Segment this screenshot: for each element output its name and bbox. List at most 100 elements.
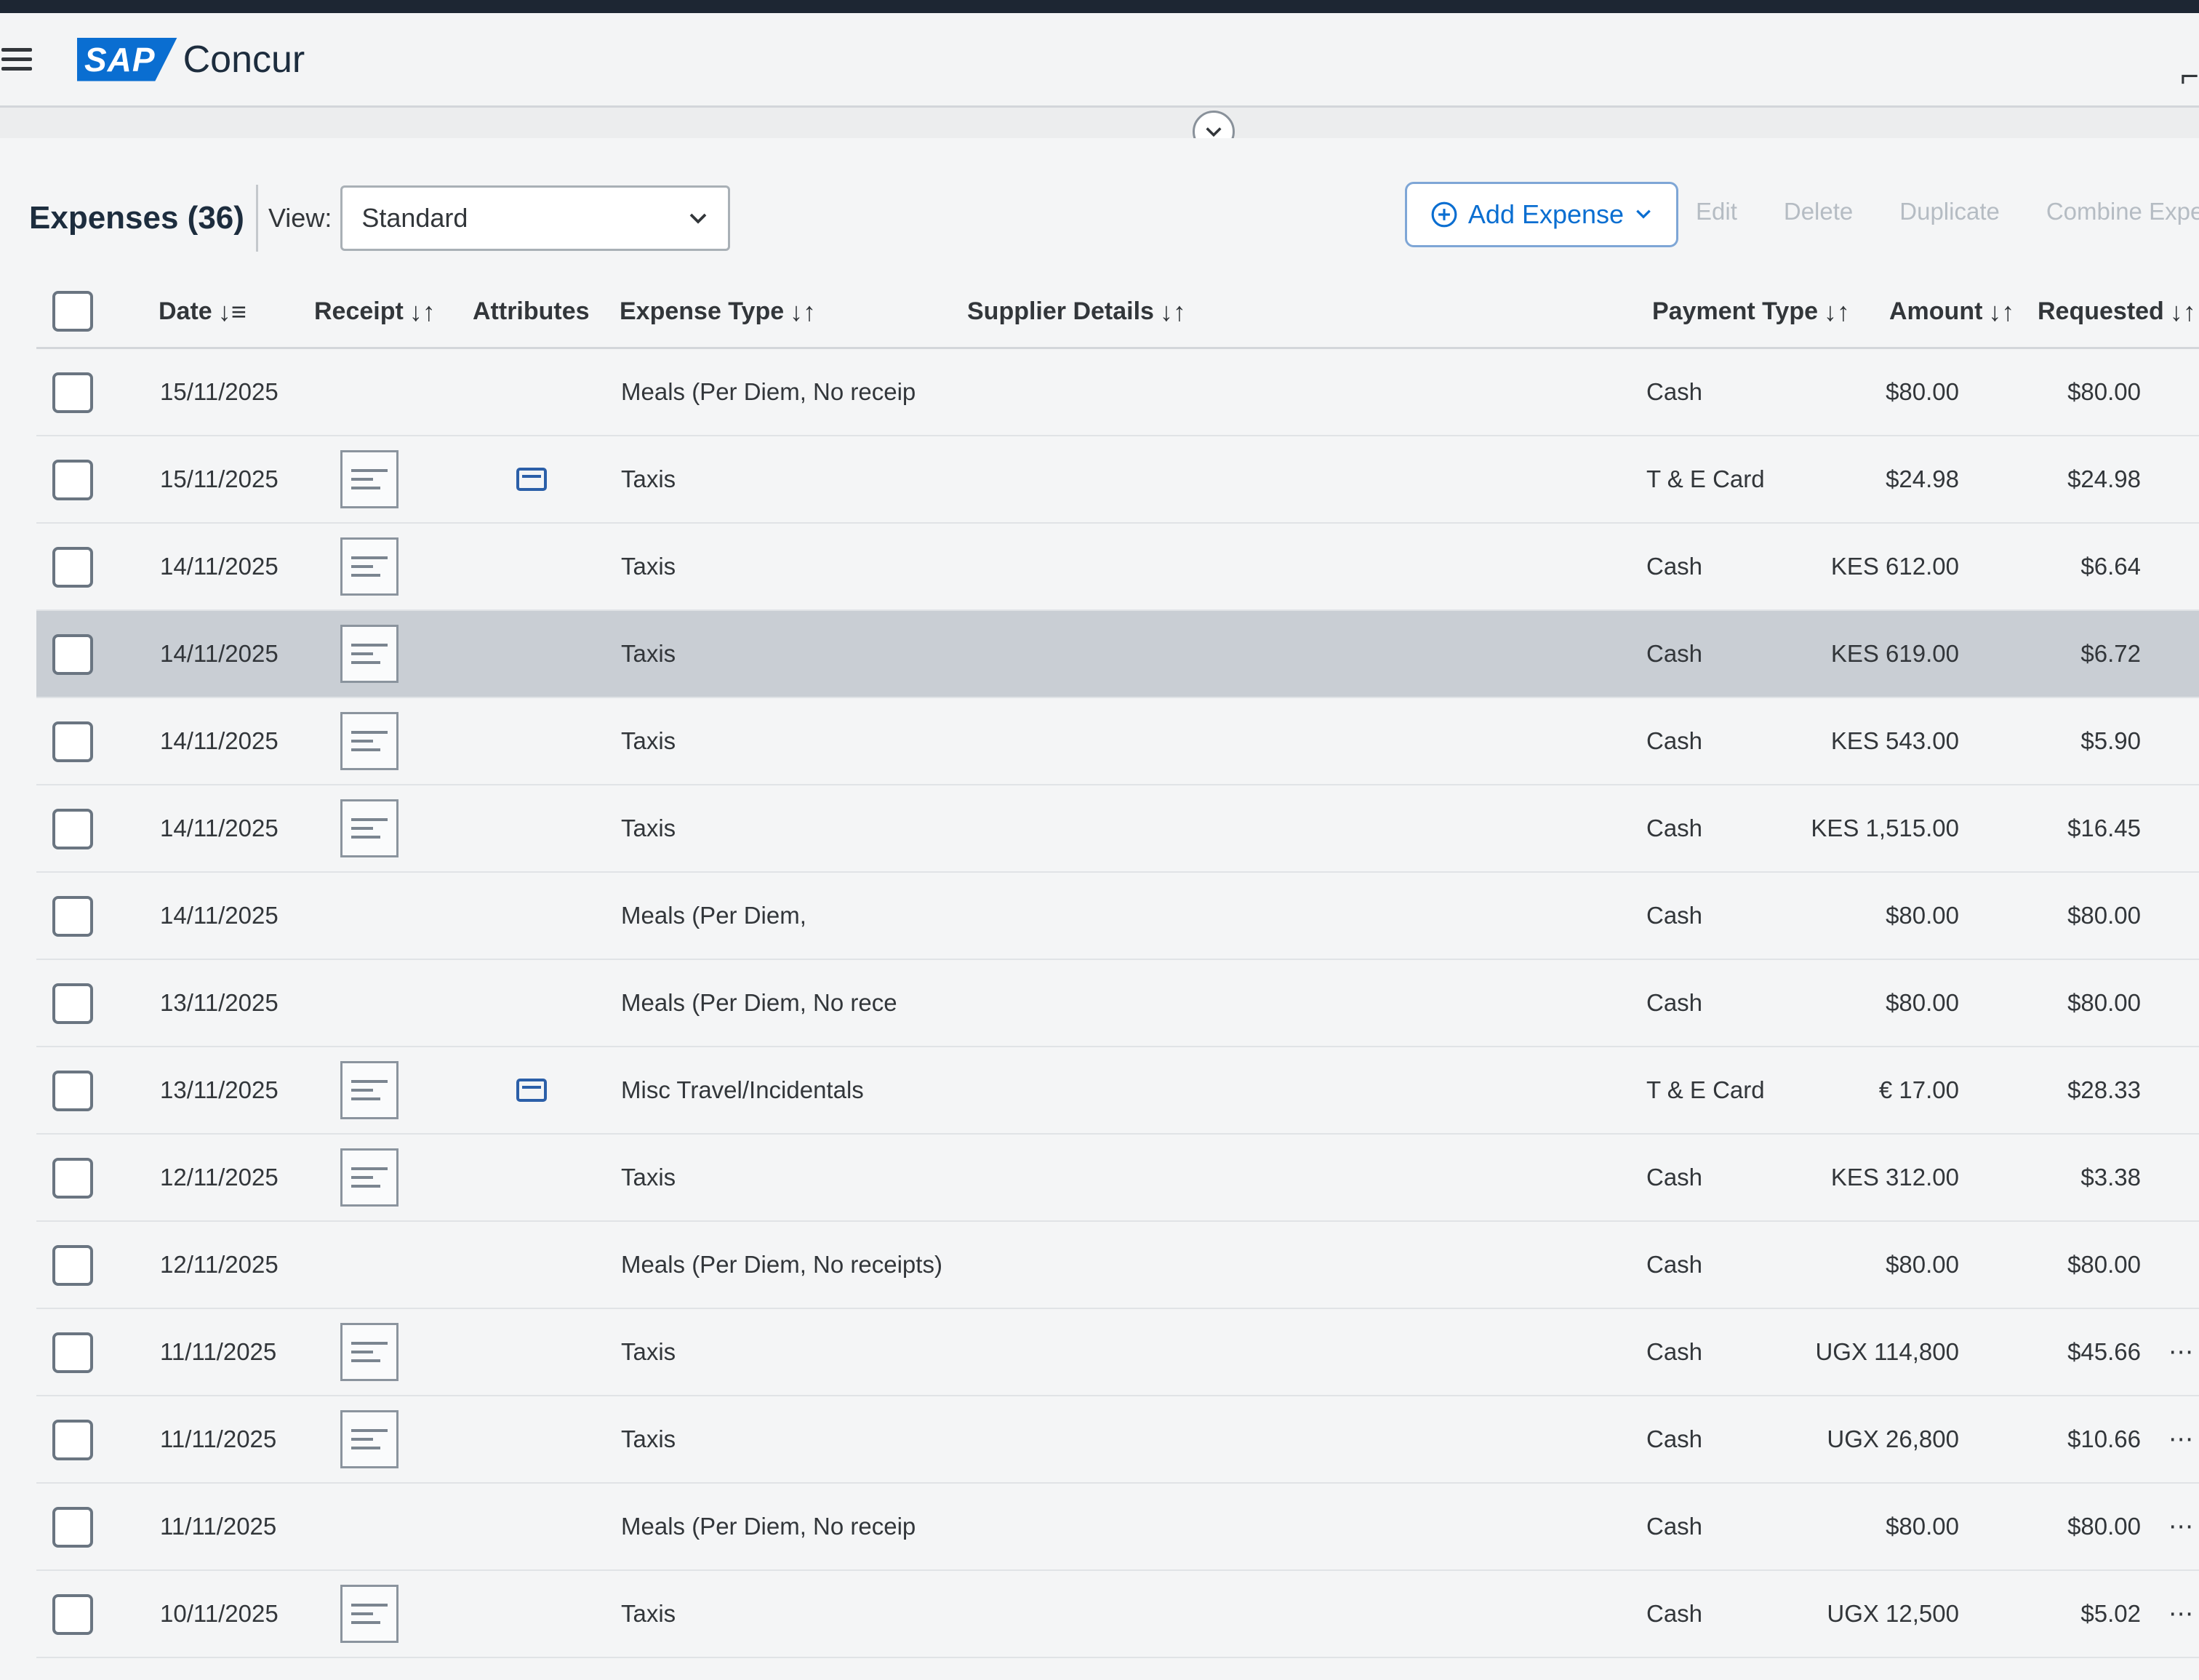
row-date: 12/11/2025: [160, 1164, 279, 1191]
row-date: 11/11/2025: [160, 1338, 277, 1365]
view-select[interactable]: Standard: [340, 185, 731, 251]
row-expense-type[interactable]: Taxis: [621, 640, 676, 668]
row-expense-type[interactable]: Taxis: [621, 1600, 676, 1628]
row-expense-type[interactable]: Meals (Per Diem, No rece: [621, 989, 897, 1017]
expenses-title: Expenses (36): [29, 200, 244, 236]
receipt-thumbnail-icon[interactable]: [340, 1061, 398, 1119]
row-expense-type[interactable]: Meals (Per Diem, No receipts): [621, 1251, 942, 1279]
edit-button[interactable]: Edit: [1696, 198, 1737, 225]
table-row[interactable]: 14/11/2025 Meals (Per Diem, Cash $80.00 $80.…: [36, 873, 2199, 960]
row-requested: $24.98: [2067, 465, 2141, 492]
table-row[interactable]: 14/11/2025 Taxis Cash KES 543.00 $5.90: [36, 698, 2199, 785]
receipt-thumbnail-icon[interactable]: [340, 1323, 398, 1381]
more-options-icon[interactable]: ⋯: [2168, 1337, 2195, 1367]
more-options-icon[interactable]: ⋯: [2168, 1425, 2195, 1454]
duplicate-button[interactable]: Duplicate: [1899, 198, 2000, 225]
row-checkbox[interactable]: [52, 1594, 93, 1635]
row-expense-type[interactable]: Meals (Per Diem,: [621, 902, 806, 929]
row-checkbox[interactable]: [52, 634, 93, 675]
row-date: 14/11/2025: [160, 815, 279, 841]
more-options-icon[interactable]: ⋯: [2168, 1512, 2195, 1541]
row-amount: KES 543.00: [1830, 727, 1959, 754]
row-expense-type[interactable]: Taxis: [621, 815, 676, 842]
row-checkbox[interactable]: [52, 1158, 93, 1199]
row-expense-type[interactable]: Misc Travel/Incidentals: [621, 1076, 864, 1104]
column-expense-type[interactable]: Expense Type ↓↑: [620, 297, 816, 327]
table-row[interactable]: 11/11/2025 Meals (Per Diem, No receip Cash…: [36, 1484, 2199, 1571]
table-row[interactable]: 10/11/2025 Taxis Cash UGX 12,500 $5.02 ⋯: [36, 1571, 2199, 1658]
row-payment-type: T & E Card: [1646, 1076, 1765, 1103]
row-date: 14/11/2025: [160, 727, 279, 754]
table-row[interactable]: 12/11/2025 Taxis Cash KES 312.00 $3.38: [36, 1135, 2199, 1222]
row-checkbox[interactable]: [52, 721, 93, 762]
row-payment-type: Cash: [1646, 378, 1703, 405]
row-date: 15/11/2025: [160, 378, 279, 405]
row-checkbox[interactable]: [52, 460, 93, 500]
column-receipt[interactable]: Receipt ↓↑: [314, 297, 436, 327]
table-row[interactable]: 11/11/2025 Taxis Cash UGX 26,800 $10.66 ⋯: [36, 1396, 2199, 1484]
row-expense-type[interactable]: Meals (Per Diem, No receip: [621, 378, 916, 406]
column-amount[interactable]: Amount ↓↑: [1889, 297, 2014, 327]
receipt-thumbnail-icon[interactable]: [340, 450, 398, 508]
row-checkbox[interactable]: [52, 547, 93, 588]
table-row[interactable]: 14/11/2025 Taxis Cash KES 612.00 $6.64: [36, 524, 2199, 611]
row-requested: $28.33: [2067, 1076, 2141, 1103]
row-checkbox[interactable]: [52, 809, 93, 849]
table-row[interactable]: 13/11/2025 Meals (Per Diem, No rece Cash $8…: [36, 960, 2199, 1047]
row-expense-type[interactable]: Taxis: [621, 1425, 676, 1453]
row-amount: $24.98: [1886, 465, 1959, 492]
table-row[interactable]: 15/11/2025 Taxis T & E Card $24.98 $24.98: [36, 436, 2199, 524]
app-logo[interactable]: SAP Concur: [77, 37, 305, 81]
table-row[interactable]: 14/11/2025 Taxis Cash KES 1,515.00 $16.45: [36, 785, 2199, 873]
row-requested: $3.38: [2080, 1164, 2141, 1191]
row-checkbox[interactable]: [52, 896, 93, 937]
row-checkbox[interactable]: [52, 372, 93, 413]
row-expense-type[interactable]: Taxis: [621, 727, 676, 755]
select-all-checkbox[interactable]: [52, 291, 93, 332]
column-requested[interactable]: Requested ↓↑: [2038, 297, 2196, 327]
table-row[interactable]: 12/11/2025 Meals (Per Diem, No receipts) C…: [36, 1222, 2199, 1309]
receipt-thumbnail-icon[interactable]: [340, 537, 398, 596]
table-row[interactable]: 13/11/2025 Misc Travel/Incidentals T & E C…: [36, 1047, 2199, 1135]
receipt-thumbnail-icon[interactable]: [340, 799, 398, 857]
receipt-thumbnail-icon[interactable]: [340, 625, 398, 683]
row-expense-type[interactable]: Meals (Per Diem, No receip: [621, 1513, 916, 1540]
menu-icon[interactable]: [0, 38, 44, 81]
row-date: 11/11/2025: [160, 1425, 277, 1452]
more-options-icon[interactable]: ⋯: [2168, 1599, 2195, 1628]
row-payment-type: Cash: [1646, 1425, 1703, 1452]
row-checkbox[interactable]: [52, 1420, 93, 1460]
column-payment-type[interactable]: Payment Type ↓↑: [1652, 297, 1850, 327]
receipt-thumbnail-icon[interactable]: [340, 1585, 398, 1643]
row-checkbox[interactable]: [52, 1245, 93, 1286]
row-checkbox[interactable]: [52, 1071, 93, 1111]
row-requested: $6.72: [2080, 640, 2141, 667]
column-supplier-details[interactable]: Supplier Details ↓↑: [967, 297, 1186, 327]
row-checkbox[interactable]: [52, 1332, 93, 1373]
add-expense-button[interactable]: Add Expense: [1405, 182, 1678, 247]
row-expense-type[interactable]: Taxis: [621, 1164, 676, 1191]
row-expense-type[interactable]: Taxis: [621, 553, 676, 580]
receipt-thumbnail-icon[interactable]: [340, 1148, 398, 1207]
table-row[interactable]: 14/11/2025 Taxis Cash KES 619.00 $6.72: [36, 611, 2199, 698]
concur-logo-text: Concur: [183, 38, 305, 81]
combine-expenses-button[interactable]: Combine Expenses: [2046, 198, 2199, 225]
sort-icon: ↓≡: [217, 296, 247, 327]
expenses-panel: Expenses (36) View: Standard Add Expense…: [0, 138, 2199, 1680]
row-payment-type: Cash: [1646, 902, 1703, 929]
column-attributes: Attributes: [473, 297, 590, 325]
receipt-thumbnail-icon[interactable]: [340, 1410, 398, 1468]
row-checkbox[interactable]: [52, 983, 93, 1024]
table-row[interactable]: 10/11/2025Meals (Per Diem, No reCash$80.…: [36, 1658, 2199, 1680]
row-amount: $80.00: [1886, 989, 1959, 1016]
table-row[interactable]: 15/11/2025 Meals (Per Diem, No receip Cash…: [36, 349, 2199, 436]
row-expense-type[interactable]: Taxis: [621, 465, 676, 493]
row-expense-type[interactable]: Taxis: [621, 1338, 676, 1366]
notification-icon[interactable]: ⌐: [2180, 58, 2199, 95]
chevron-down-icon: [1634, 199, 1653, 230]
receipt-thumbnail-icon[interactable]: [340, 712, 398, 770]
table-row[interactable]: 11/11/2025 Taxis Cash UGX 114,800 $45.66 ⋯: [36, 1309, 2199, 1396]
column-date[interactable]: Date ↓≡: [159, 297, 247, 327]
delete-button[interactable]: Delete: [1784, 198, 1853, 225]
row-checkbox[interactable]: [52, 1507, 93, 1548]
